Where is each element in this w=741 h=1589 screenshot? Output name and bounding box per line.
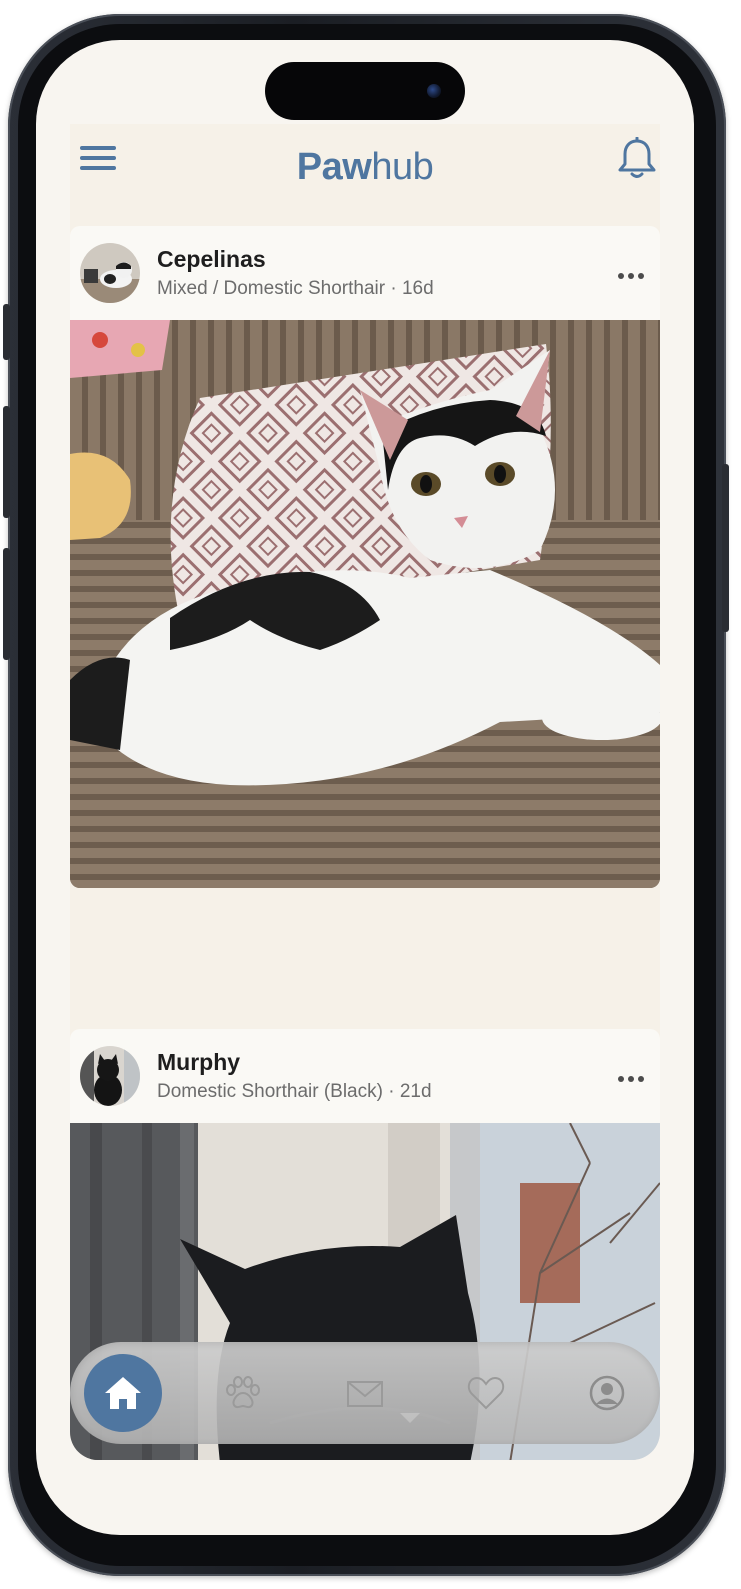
post-meta: Domestic Shorthair (Black) · 21d xyxy=(157,1081,432,1102)
post-meta: Mixed / Domestic Shorthair · 16d xyxy=(157,278,434,299)
more-options-icon[interactable] xyxy=(618,1069,650,1082)
post-header: Cepelinas Mixed / Domestic Shorthair · 1… xyxy=(70,226,660,320)
front-camera xyxy=(427,84,441,98)
avatar[interactable] xyxy=(80,1046,140,1106)
tab-home[interactable] xyxy=(84,1354,162,1432)
volume-down-button xyxy=(3,548,10,660)
post-photo[interactable] xyxy=(70,320,660,888)
tab-messages[interactable] xyxy=(326,1354,404,1432)
app-logo: Pawhub xyxy=(296,146,434,188)
avatar[interactable] xyxy=(80,243,140,303)
post-username[interactable]: Cepelinas xyxy=(157,246,266,273)
mail-icon xyxy=(347,1381,383,1407)
tab-pets[interactable] xyxy=(204,1354,282,1432)
tab-favorites[interactable] xyxy=(447,1354,525,1432)
dynamic-island xyxy=(265,62,465,120)
power-button xyxy=(722,464,729,632)
app-header: Pawhub xyxy=(70,124,660,226)
tab-profile[interactable] xyxy=(568,1354,646,1432)
post-username[interactable]: Murphy xyxy=(157,1049,240,1076)
profile-icon xyxy=(589,1375,625,1411)
post-header: Murphy Domestic Shorthair (Black) · 21d xyxy=(70,1029,660,1123)
white-and-black-cat-photo xyxy=(70,320,660,888)
volume-up-button xyxy=(3,406,10,518)
paw-icon xyxy=(226,1376,260,1409)
phone-screen: Pawhub Cepelinas Mixed / Domestic Shorth… xyxy=(36,40,694,1535)
bottom-tab-bar xyxy=(70,1342,660,1444)
feed[interactable]: Pawhub Cepelinas Mixed / Domestic Shorth… xyxy=(70,124,660,1460)
silent-switch xyxy=(3,304,10,360)
bell-icon[interactable] xyxy=(616,137,658,181)
post-card: Cepelinas Mixed / Domestic Shorthair · 1… xyxy=(70,226,660,888)
heart-icon xyxy=(467,1376,505,1410)
more-options-icon[interactable] xyxy=(618,266,650,279)
home-icon xyxy=(105,1377,141,1409)
